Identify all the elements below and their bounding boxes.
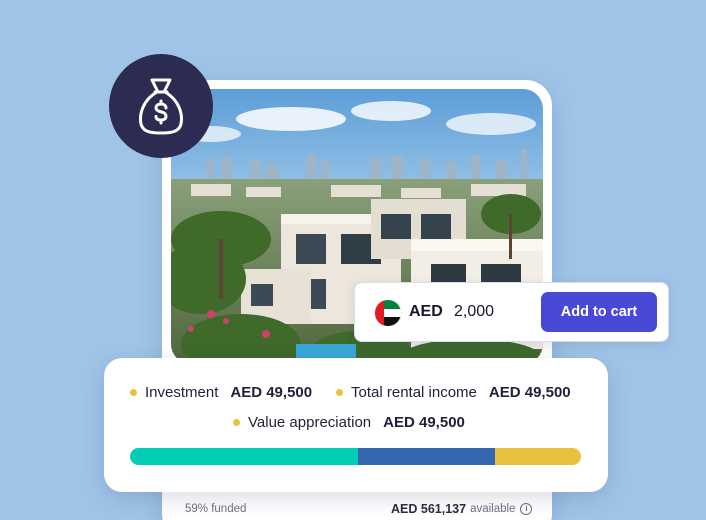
bullet-dot (336, 389, 343, 396)
add-to-cart-panel: AED 2,000 Add to cart (354, 282, 669, 342)
progress-segment-2 (357, 448, 496, 465)
stat-investment-value: AED 49,500 (230, 384, 313, 401)
uae-flag-icon (375, 300, 401, 326)
money-bag-icon (139, 78, 183, 135)
info-icon[interactable]: i (520, 503, 533, 515)
progress-segment-3 (495, 448, 581, 465)
stat-investment: Investment AED 49,500 (130, 384, 312, 401)
progress-segment-1 (130, 448, 358, 465)
returns-stats-panel: Investment AED 49,500 Total rental incom… (104, 358, 608, 492)
bullet-dot (233, 419, 240, 426)
amount-input[interactable]: 2,000 (454, 303, 494, 321)
add-to-cart-button[interactable]: Add to cart (541, 292, 657, 332)
returns-progress-bar (130, 448, 581, 465)
stat-value-appreciation-value: AED 49,500 (383, 414, 465, 431)
stat-rental-income: Total rental income AED 49,500 (336, 384, 571, 401)
available-amount: AED 561,137 available i (391, 502, 533, 516)
currency-label: AED (409, 303, 443, 320)
available-label: available (470, 503, 516, 515)
funded-status: 59% funded (185, 503, 247, 515)
bullet-dot (130, 389, 137, 396)
stat-rental-income-label: Total rental income (351, 384, 477, 401)
stat-value-appreciation: Value appreciation AED 49,500 (233, 414, 465, 431)
money-bag-badge (109, 54, 213, 158)
stat-rental-income-value: AED 49,500 (488, 384, 571, 401)
stat-value-appreciation-label: Value appreciation (248, 414, 372, 431)
stat-investment-label: Investment (145, 384, 219, 401)
available-amount-value: AED 561,137 (391, 502, 467, 516)
